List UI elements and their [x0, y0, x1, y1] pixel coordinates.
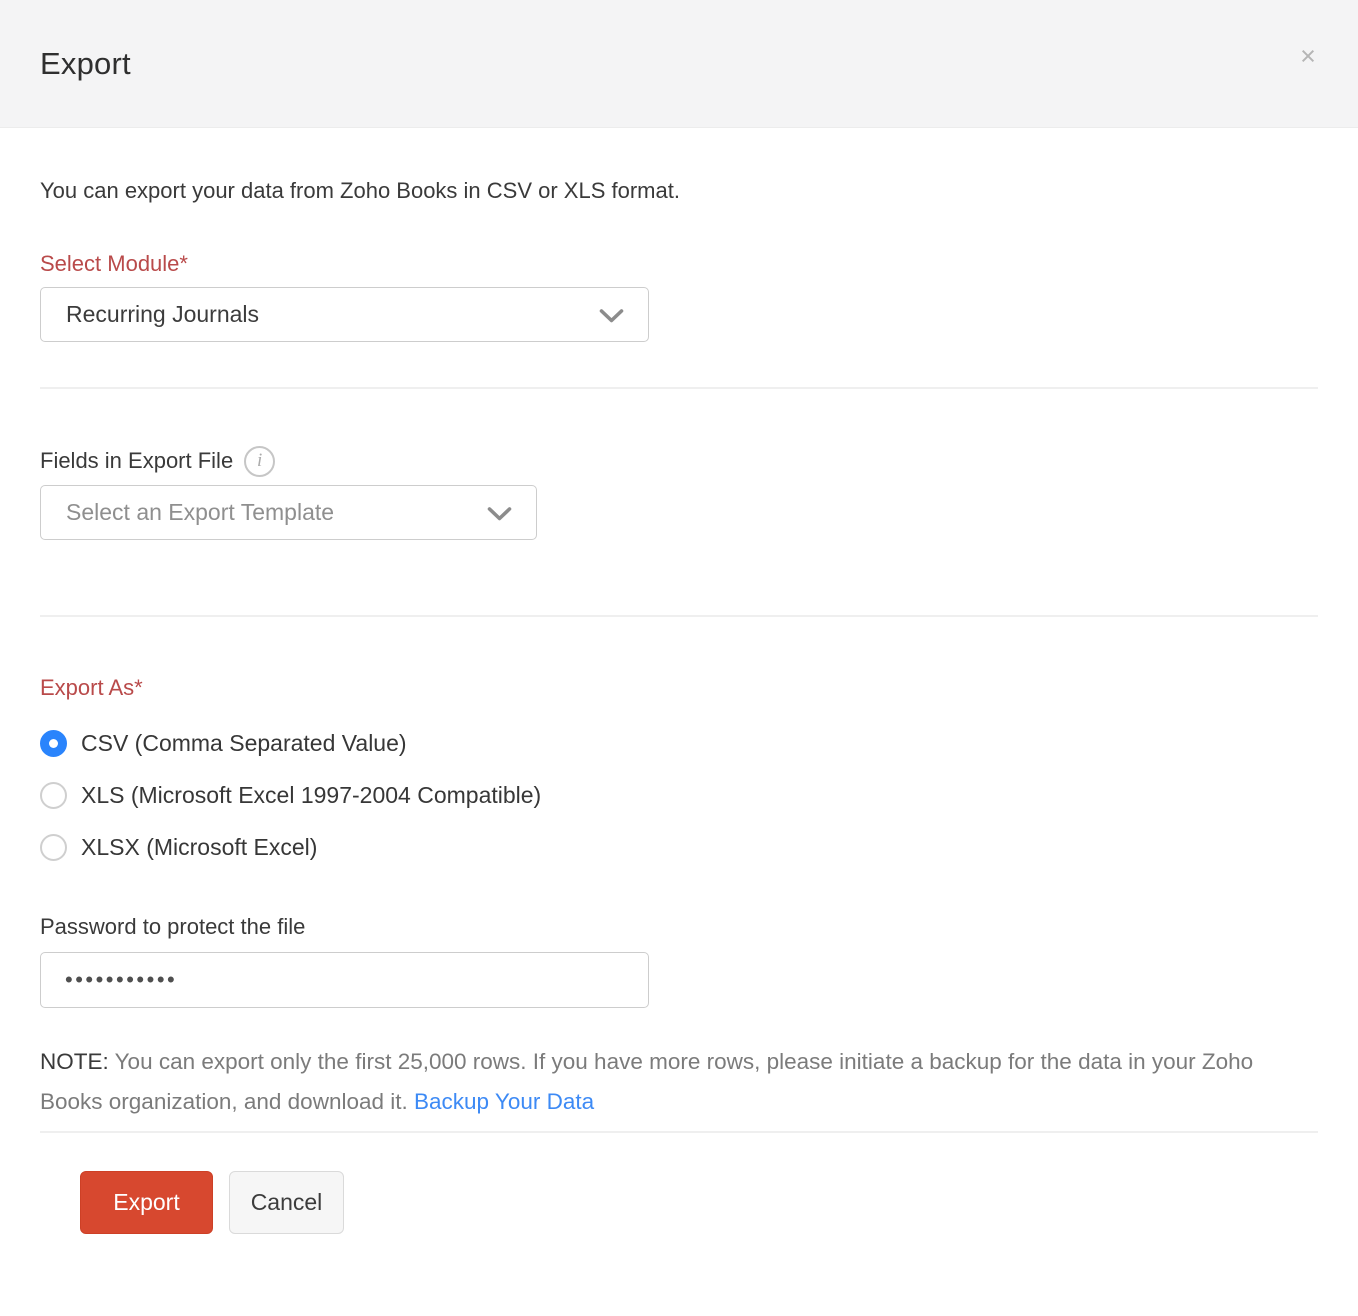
- chevron-down-icon: [599, 308, 624, 329]
- fields-in-export-row: Fields in Export File i: [40, 445, 1318, 477]
- dialog-header: Export ×: [0, 0, 1358, 128]
- radio-option-csv[interactable]: CSV (Comma Separated Value): [40, 730, 1318, 757]
- export-as-label: Export As*: [40, 674, 1318, 702]
- radio-button[interactable]: [40, 782, 67, 809]
- module-select[interactable]: Recurring Journals: [40, 287, 649, 342]
- cancel-button[interactable]: Cancel: [229, 1171, 344, 1234]
- radio-button-selected[interactable]: [40, 730, 67, 757]
- password-label: Password to protect the file: [40, 913, 1318, 941]
- radio-option-label: CSV (Comma Separated Value): [81, 730, 407, 757]
- radio-option-xlsx[interactable]: XLSX (Microsoft Excel): [40, 834, 1318, 861]
- radio-option-label: XLS (Microsoft Excel 1997-2004 Compatibl…: [81, 782, 541, 809]
- radio-button[interactable]: [40, 834, 67, 861]
- password-input[interactable]: [40, 952, 649, 1008]
- module-select-value: Recurring Journals: [66, 301, 259, 328]
- section-divider: [40, 615, 1318, 617]
- select-module-label: Select Module*: [40, 250, 1318, 278]
- radio-option-label: XLSX (Microsoft Excel): [81, 834, 317, 861]
- dialog-title: Export: [40, 46, 131, 82]
- export-template-select[interactable]: Select an Export Template: [40, 485, 537, 540]
- backup-your-data-link[interactable]: Backup Your Data: [414, 1089, 594, 1114]
- export-dialog: Export × You can export your data from Z…: [0, 0, 1358, 1316]
- dialog-body: You can export your data from Zoho Books…: [0, 177, 1358, 1314]
- intro-text: You can export your data from Zoho Books…: [40, 177, 1318, 205]
- note-body: You can export only the first 25,000 row…: [40, 1049, 1253, 1114]
- note-prefix: NOTE:: [40, 1049, 109, 1074]
- export-button[interactable]: Export: [80, 1171, 213, 1234]
- fields-in-export-label: Fields in Export File: [40, 447, 233, 475]
- chevron-down-icon: [487, 506, 512, 527]
- section-divider: [40, 387, 1318, 389]
- section-divider: [40, 1131, 1318, 1133]
- action-buttons: Export Cancel: [40, 1171, 1318, 1234]
- close-icon[interactable]: ×: [1292, 40, 1324, 72]
- info-icon[interactable]: i: [244, 446, 275, 477]
- export-template-placeholder: Select an Export Template: [66, 499, 334, 526]
- note-text: NOTE: You can export only the first 25,0…: [40, 1042, 1318, 1122]
- radio-option-xls[interactable]: XLS (Microsoft Excel 1997-2004 Compatibl…: [40, 782, 1318, 809]
